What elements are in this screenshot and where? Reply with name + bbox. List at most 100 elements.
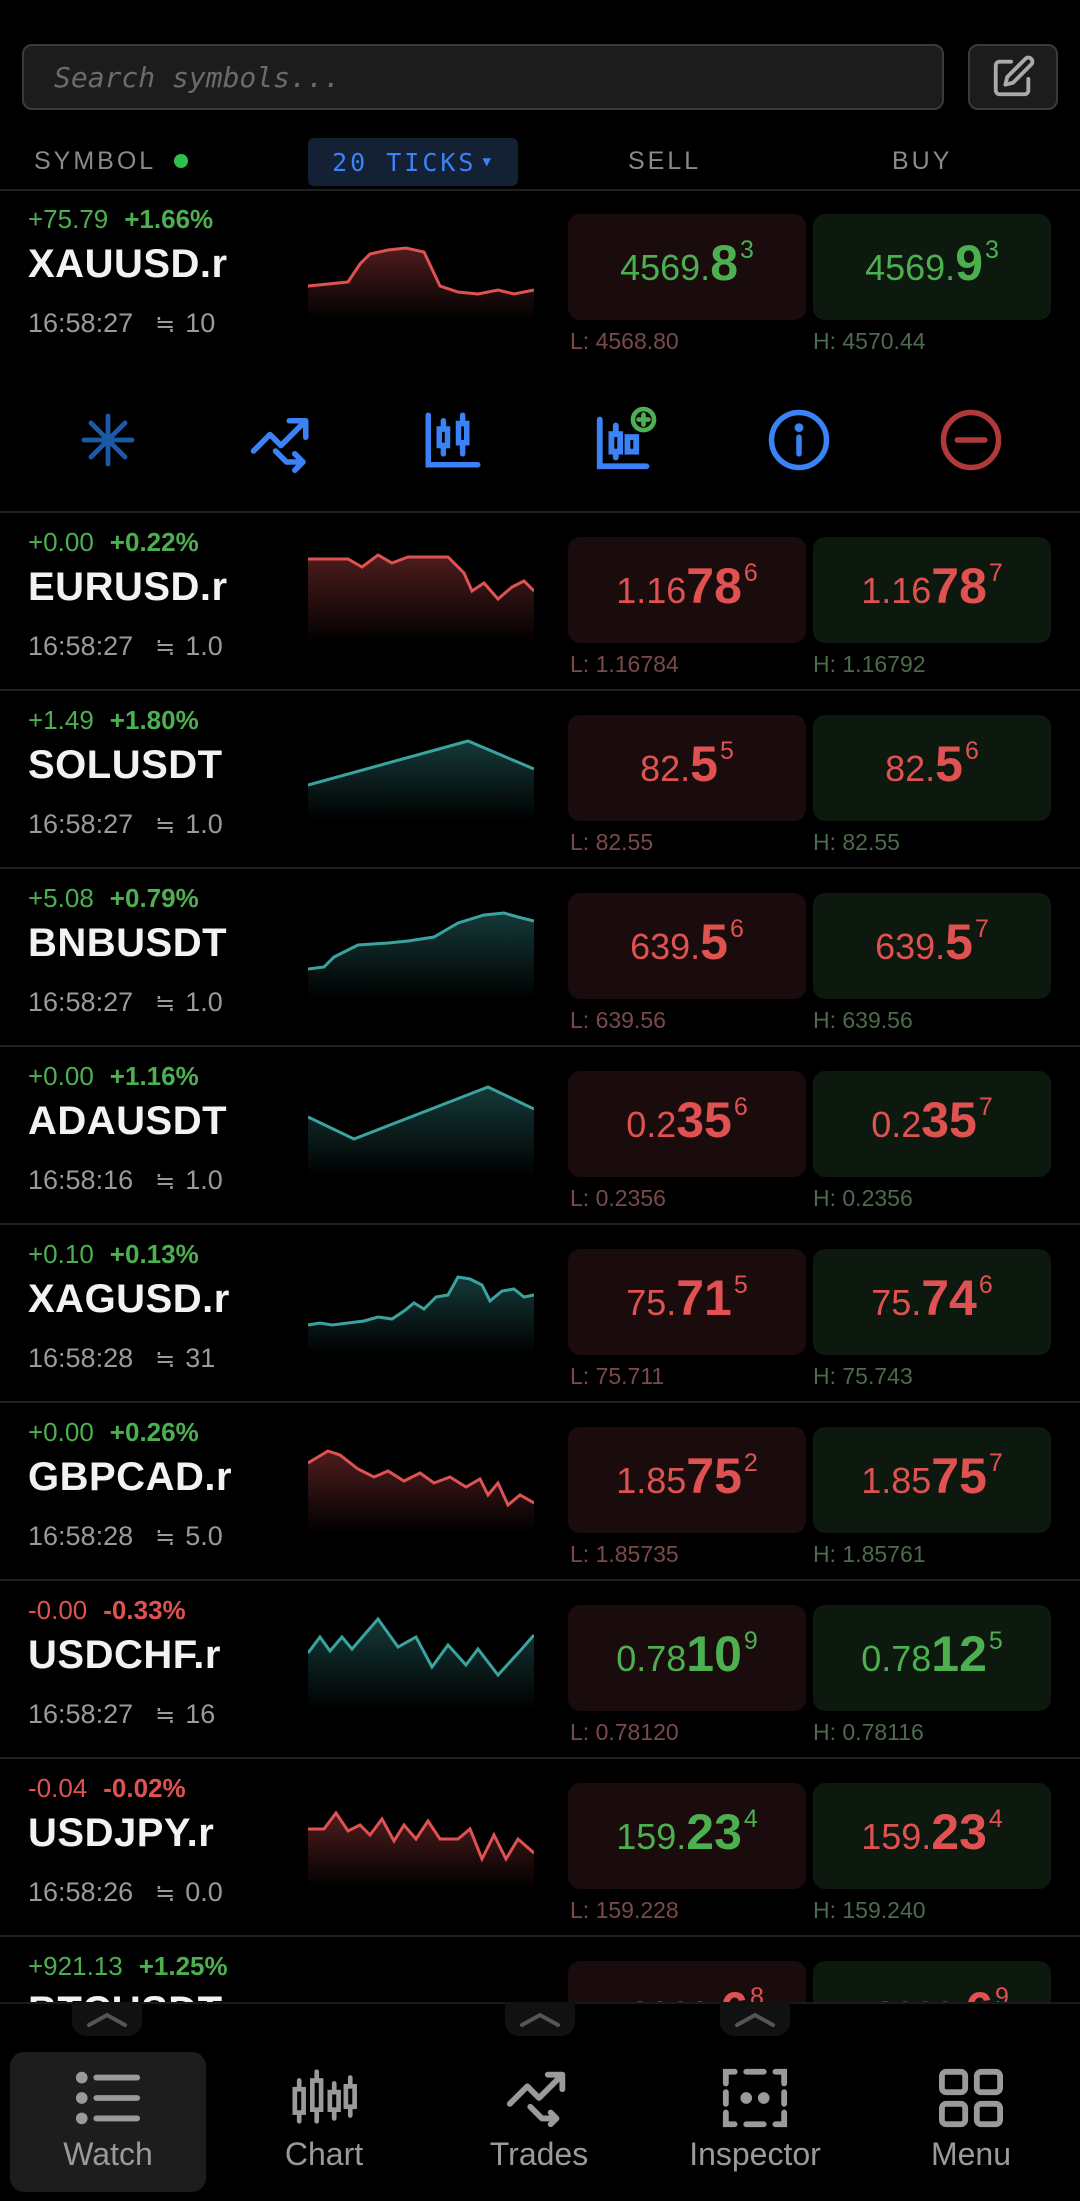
buy-price-button[interactable]: 82.56 — [813, 715, 1051, 821]
watchlist-row[interactable]: +5.08 +0.79% BNBUSDT 16:58:27 ≒ 1.0 639.56 … — [0, 871, 1080, 1047]
buy-price-button[interactable]: 1.85757 — [813, 1427, 1051, 1533]
sell-price-button[interactable]: 1.85752 — [568, 1427, 806, 1533]
nav-chart[interactable]: Chart — [226, 2052, 422, 2192]
price-prefix: 1.85 — [616, 1460, 687, 1501]
watchlist-row[interactable]: -0.04 -0.02% USDJPY.r 16:58:26 ≒ 0.0 159.23… — [0, 1761, 1080, 1937]
symbol-name: BTCUSDT — [28, 1989, 223, 2002]
price-pips: 8 — [710, 235, 738, 291]
nav-inspector[interactable]: Inspector — [657, 2052, 853, 2192]
buy-price: 1.85757 — [861, 1447, 1003, 1505]
sell-price-button[interactable]: 639.56 — [568, 893, 806, 999]
grid-icon — [939, 2068, 1003, 2128]
low-value: L: 159.228 — [570, 1897, 679, 1923]
buy-price-button[interactable]: 75.746 — [813, 1249, 1051, 1355]
nav-menu[interactable]: Menu — [873, 2052, 1069, 2192]
watchlist-row[interactable]: +0.00 +0.22% EURUSD.r 16:58:27 ≒ 1.0 1.1678… — [0, 515, 1080, 691]
change-values: +0.00 +0.26% — [28, 1417, 199, 1448]
nav-inspector-label: Inspector — [689, 2136, 821, 2172]
sparkline-chart — [308, 1275, 534, 1355]
trend-button[interactable] — [241, 400, 321, 480]
price-prefix: 82. — [885, 748, 936, 789]
sell-price-button[interactable]: 4569.83 — [568, 214, 806, 320]
watchlist-row[interactable]: -0.00 -0.33% USDCHF.r 16:58:27 ≒ 16 0.78109… — [0, 1583, 1080, 1759]
sell-price-button[interactable]: 159.234 — [568, 1783, 806, 1889]
remove-symbol-button[interactable] — [931, 400, 1011, 480]
spread-icon: ≒ — [155, 1346, 176, 1373]
spread-value: 16 — [185, 1699, 216, 1729]
symbol-name: USDCHF.r — [28, 1633, 221, 1677]
symbol-name: GBPCAD.r — [28, 1455, 233, 1499]
column-header-symbol[interactable]: SYMBOL — [34, 136, 189, 186]
buy-price-button[interactable]: 1.16787 — [813, 537, 1051, 643]
candlestick-icon — [292, 2069, 357, 2124]
watchlist-row[interactable]: +0.00 +1.16% ADAUSDT 16:58:16 ≒ 1.0 0.2356 … — [0, 1049, 1080, 1225]
spread-icon: ≒ — [155, 1702, 176, 1729]
watchlist-row[interactable]: +1.49 +1.80% SOLUSDT 16:58:27 ≒ 1.0 82.55 8… — [0, 693, 1080, 869]
price-fraction: 3 — [985, 236, 999, 264]
info-button[interactable] — [759, 400, 839, 480]
sell-price-button[interactable]: 82.55 — [568, 715, 806, 821]
sell-price-button[interactable]: 0.78109 — [568, 1605, 806, 1711]
change-pct: +0.79% — [109, 883, 199, 913]
change-pct: -0.33% — [103, 1595, 186, 1625]
ticks-dropdown[interactable]: 20 TICKS ▼ — [308, 138, 518, 186]
buy-price: 4569.93 — [865, 234, 999, 292]
spread-value: 0.0 — [185, 1877, 223, 1907]
sell-price-button[interactable]: 75.715 — [568, 1249, 806, 1355]
buy-price-button[interactable]: 639.57 — [813, 893, 1051, 999]
column-header-sell: SELL — [628, 136, 701, 186]
edit-watchlist-button[interactable] — [968, 44, 1058, 110]
buy-price-button[interactable]: 4569.93 — [813, 214, 1051, 320]
remove-icon — [940, 409, 1002, 471]
nav-chart-label: Chart — [284, 2136, 364, 2172]
symbol-name: BNBUSDT — [28, 921, 228, 965]
search-bar[interactable] — [22, 44, 944, 110]
buy-price: 73808.69 — [855, 1981, 1009, 2002]
sparkline-chart — [308, 1967, 534, 2002]
info-icon — [768, 409, 830, 471]
row-meta: 16:58:27 ≒ 10 — [28, 308, 215, 339]
chart-button[interactable] — [413, 400, 493, 480]
price-prefix: 639. — [875, 926, 946, 967]
sell-header-label: SELL — [628, 146, 702, 175]
watchlist-row[interactable]: +921.13+1.25% BTCUSDT 73808.68 73808.69 — [0, 1939, 1080, 2002]
sell-price: 4569.83 — [620, 234, 754, 292]
watchlist-row[interactable]: +0.10 +0.13% XAGUSD.r 16:58:28 ≒ 31 75.715 … — [0, 1227, 1080, 1403]
price-prefix: 159. — [861, 1816, 932, 1857]
price-pips: 12 — [931, 1626, 987, 1682]
change-values: +1.49 +1.80% — [28, 705, 199, 736]
spread-icon: ≒ — [155, 1168, 176, 1195]
sell-price-button[interactable]: 0.2356 — [568, 1071, 806, 1177]
sell-price-button[interactable]: 73808.68 — [568, 1961, 806, 2002]
nav-watch[interactable]: Watch — [10, 2052, 206, 2192]
add-chart-icon — [596, 406, 657, 470]
last-update-time: 16:58:27 — [28, 308, 134, 338]
expand-handle[interactable] — [72, 2002, 142, 2036]
sell-price: 73808.68 — [610, 1981, 764, 2002]
price-fraction: 4 — [988, 1805, 1003, 1833]
watchlist-row[interactable]: +75.79 +1.66% XAUUSD.r 16:58:27 ≒ 10 4569.8… — [0, 192, 1080, 368]
expand-handle[interactable] — [505, 2002, 575, 2036]
symbol-name: XAGUSD.r — [28, 1277, 230, 1321]
buy-price-button[interactable]: 0.78125 — [813, 1605, 1051, 1711]
change-pct: -0.02% — [103, 1773, 186, 1803]
favorite-button[interactable] — [68, 400, 148, 480]
price-fraction: 5 — [733, 1271, 748, 1299]
price-fraction: 2 — [743, 1449, 758, 1477]
change-pct: +1.16% — [109, 1061, 199, 1091]
add-chart-button[interactable] — [586, 400, 666, 480]
sell-price-button[interactable]: 1.16786 — [568, 537, 806, 643]
buy-price-button[interactable]: 73808.69 — [813, 1961, 1051, 2002]
change-abs: -0.00 — [28, 1595, 88, 1625]
high-value: H: 75.743 — [813, 1363, 913, 1389]
search-input[interactable] — [24, 46, 942, 108]
change-values: -0.00 -0.33% — [28, 1595, 186, 1626]
expand-handle[interactable] — [720, 2002, 790, 2036]
buy-price-button[interactable]: 159.234 — [813, 1783, 1051, 1889]
spread-value: 10 — [185, 308, 216, 338]
nav-trades[interactable]: Trades — [441, 2052, 637, 2192]
high-value: H: 4570.44 — [813, 328, 926, 354]
watchlist-row[interactable]: +0.00 +0.26% GBPCAD.r 16:58:28 ≒ 5.0 1.8575… — [0, 1405, 1080, 1581]
trend-icon — [250, 418, 309, 473]
buy-price-button[interactable]: 0.2357 — [813, 1071, 1051, 1177]
